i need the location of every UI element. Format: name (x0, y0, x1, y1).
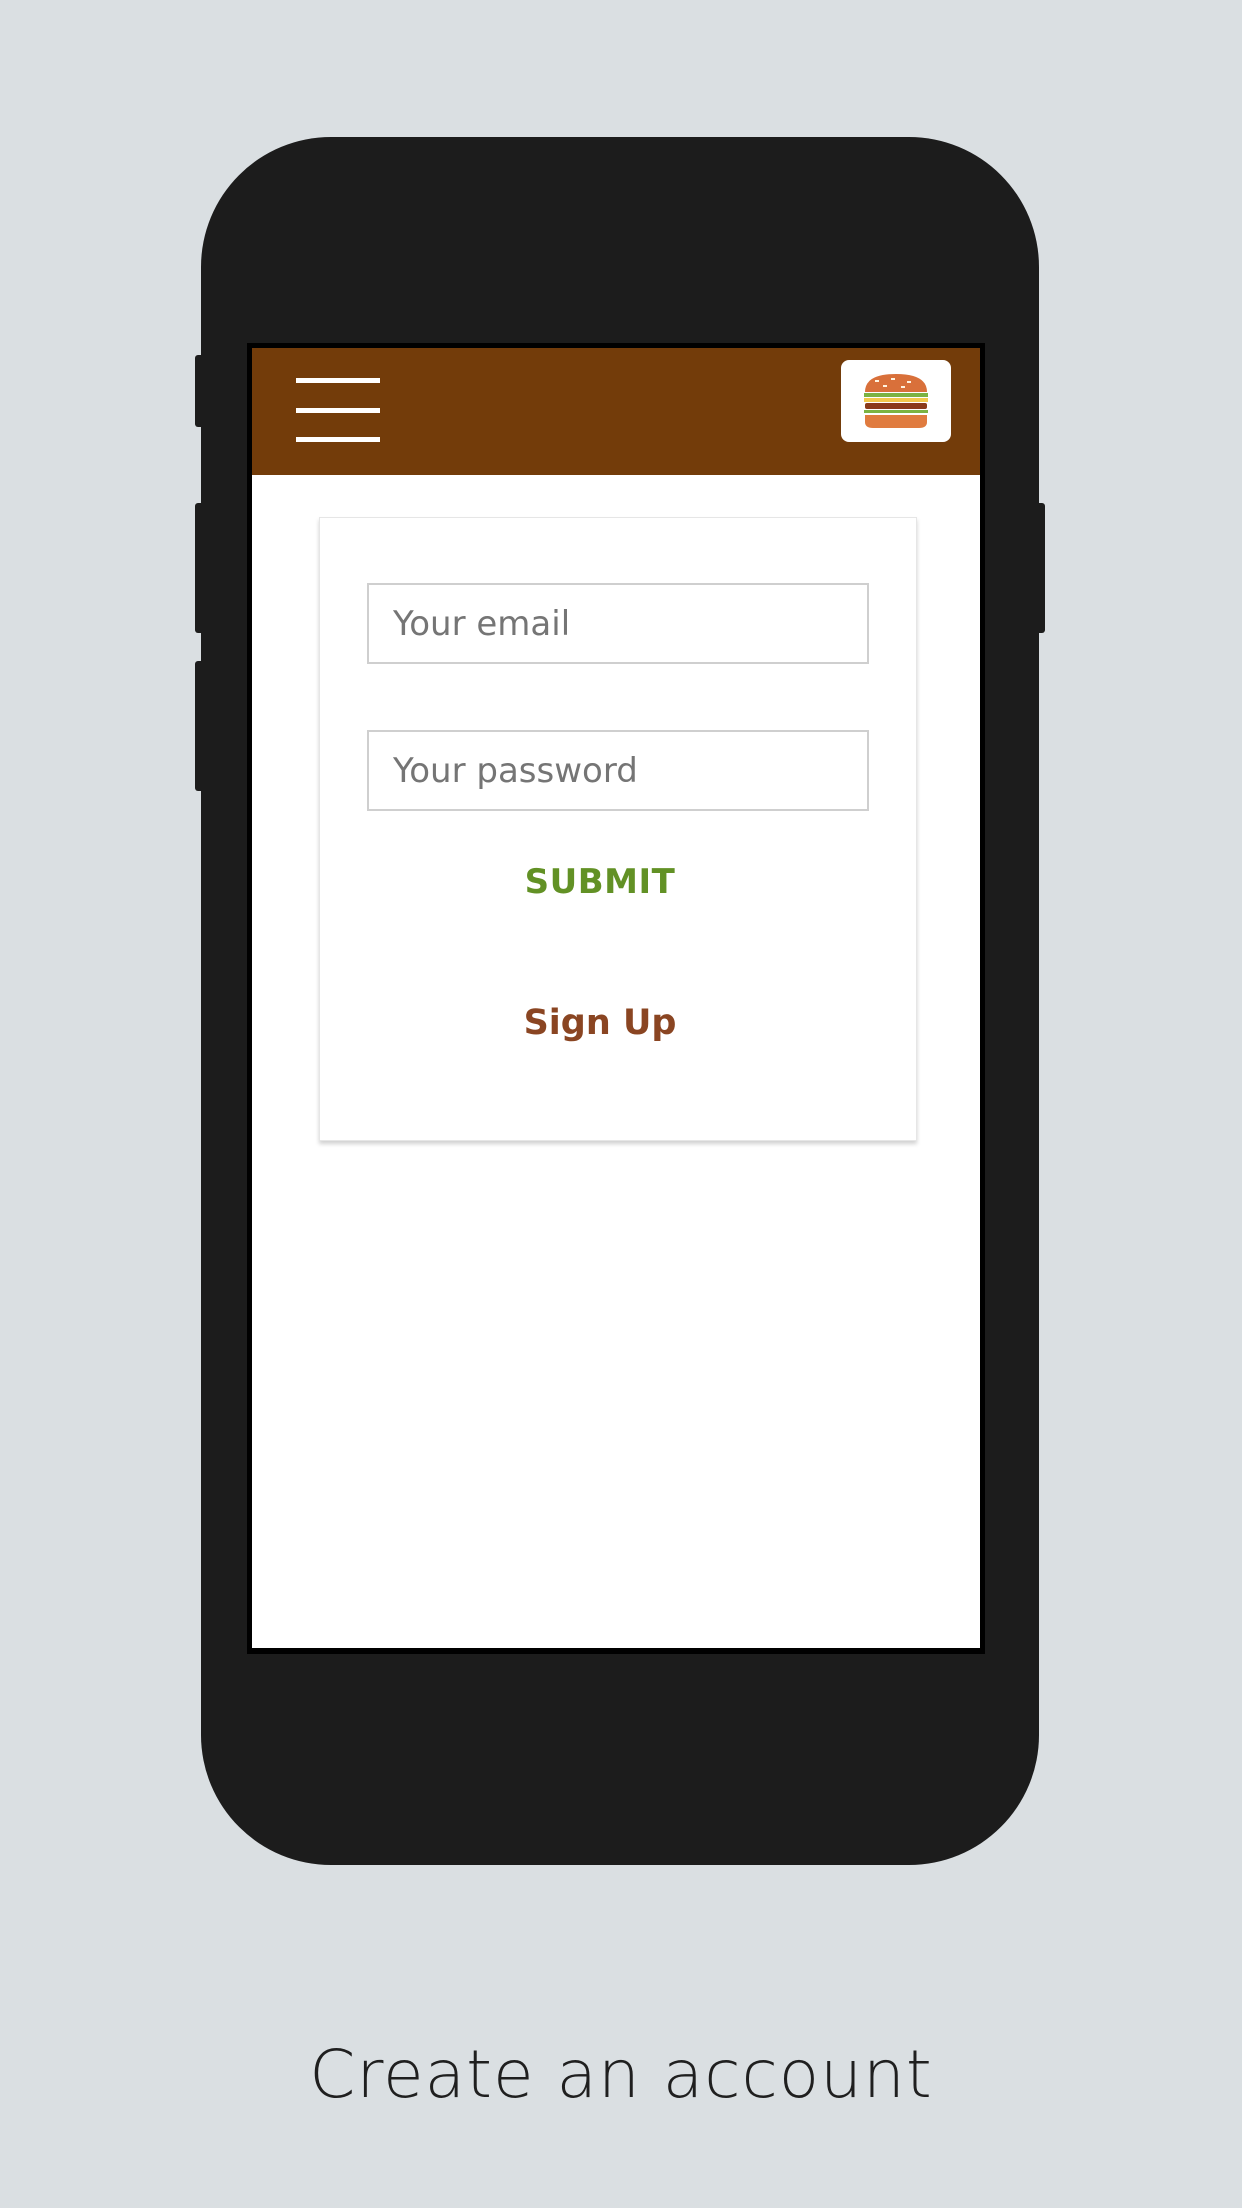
app-view: SUBMIT Sign Up (252, 348, 980, 1648)
hamburger-menu-icon[interactable] (296, 378, 380, 442)
email-field[interactable] (367, 583, 869, 664)
sign-up-link[interactable]: Sign Up (320, 1003, 880, 1043)
page-caption: Create an account (309, 2036, 933, 2113)
submit-button[interactable]: SUBMIT (320, 862, 880, 902)
login-card: SUBMIT Sign Up (319, 517, 917, 1141)
app-header (252, 348, 980, 475)
burger-logo-icon[interactable] (841, 360, 951, 442)
password-field[interactable] (367, 730, 869, 811)
phone-screen: SUBMIT Sign Up (247, 343, 985, 1654)
